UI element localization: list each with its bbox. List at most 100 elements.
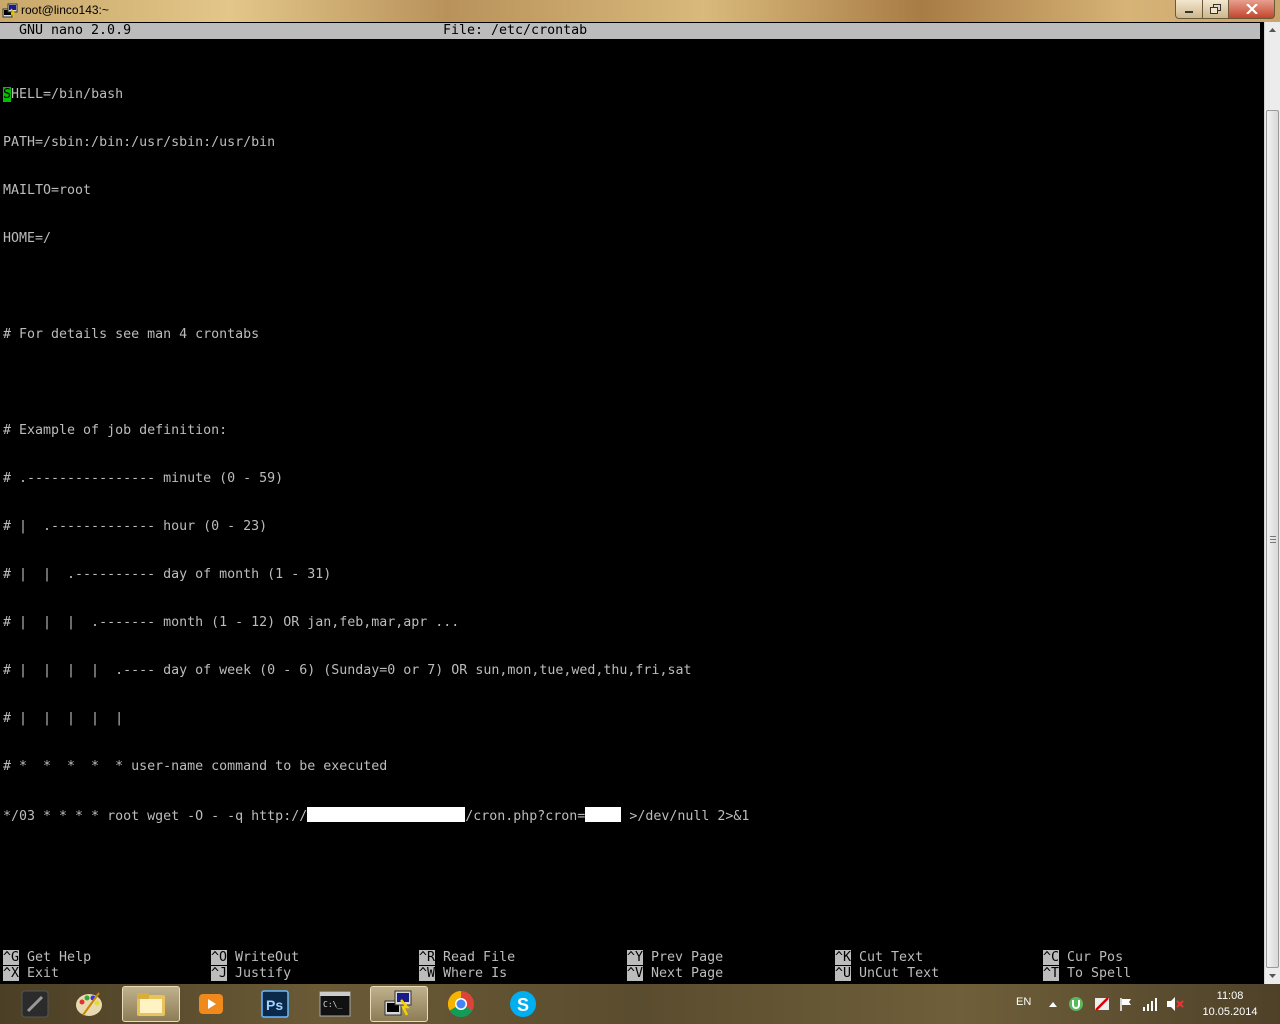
shortcut-item: ^X Exit [3, 966, 59, 982]
skype-icon: S [510, 991, 536, 1017]
cron-job-line: */03 * * * * root wget -O - -q http:///c… [3, 807, 750, 824]
taskbar-chrome-button[interactable] [432, 986, 490, 1022]
editor-line: PATH=/sbin:/bin:/usr/sbin:/usr/bin [3, 135, 276, 150]
editor-line: # | | | .------- month (1 - 12) OR jan,f… [3, 615, 460, 630]
scroll-thumb[interactable] [1266, 110, 1279, 968]
shortcut-key: ^W [419, 966, 436, 981]
taskbar-explorer-button[interactable] [122, 986, 180, 1022]
taskbar-photoshop-button[interactable]: Ps [246, 986, 304, 1022]
shortcut-key: ^K [835, 950, 852, 965]
text-cursor: S [3, 87, 12, 102]
taskbar-skype-button[interactable]: S [494, 986, 552, 1022]
shortcut-item: ^V Next Page [627, 966, 723, 982]
shortcut-item: ^Y Prev Page [627, 950, 723, 966]
editor-line: SHELL=/bin/bash [3, 87, 124, 102]
svg-text:Ps: Ps [266, 997, 283, 1013]
scroll-down-button[interactable] [1265, 968, 1280, 984]
network-signal-icon[interactable] [1142, 996, 1158, 1012]
editor-line: # For details see man 4 crontabs [3, 327, 260, 342]
language-indicator[interactable]: EN [1016, 996, 1031, 1008]
shortcut-key: ^T [1043, 966, 1060, 981]
cmd-icon: C:\_ [319, 991, 351, 1017]
restore-icon [1209, 4, 1221, 14]
shortcut-label: Next Page [651, 966, 724, 981]
maximize-button[interactable] [1202, 0, 1229, 19]
shortcut-item: ^C Cur Pos [1043, 950, 1123, 966]
taskbar-putty-button[interactable] [370, 986, 428, 1022]
window-title-bar[interactable]: root@linco143:~ [0, 0, 1280, 22]
paint-icon [76, 992, 102, 1016]
editor-line: # | .------------- hour (0 - 23) [3, 519, 268, 534]
editor-line: # | | | | | [3, 711, 124, 726]
shortcut-item: ^K Cut Text [835, 950, 923, 966]
editor-line: HOME=/ [3, 231, 52, 246]
shortcut-item: ^T To Spell [1043, 966, 1131, 982]
shortcut-key: ^O [211, 950, 228, 965]
windows-taskbar: Ps C:\_ S EN 11:08 10.05.2014 [0, 984, 1280, 1024]
shortcut-item: ^R Read File [419, 950, 515, 966]
shortcut-key: ^R [419, 950, 436, 965]
shortcut-label: Get Help [27, 950, 92, 965]
clock-time[interactable]: 11:08 [1200, 990, 1260, 1002]
taskbar-cmd-button[interactable]: C:\_ [306, 986, 364, 1022]
utorrent-icon[interactable] [1068, 996, 1084, 1012]
arrow-up-icon [1269, 28, 1276, 32]
shortcut-label: Justify [235, 966, 292, 981]
editor-line: MAILTO=root [3, 183, 92, 198]
editor-line: # | | | | .---- day of week (0 - 6) (Sun… [3, 663, 692, 678]
nano-header-bar: GNU nano 2.0.9 File: /etc/crontab [0, 23, 1260, 39]
arrow-down-icon [1269, 974, 1276, 978]
show-hidden-icons-icon[interactable] [1048, 996, 1058, 1012]
nano-filename: File: /etc/crontab [443, 23, 588, 38]
redacted-hostname [307, 807, 466, 822]
nano-shortcut-bar: ^G Get Help ^O WriteOut ^R Read File ^Y Pre… [3, 950, 1263, 982]
shortcut-label: Cut Text [859, 950, 924, 965]
system-tray: EN 11:08 10.05.2014 [1010, 984, 1280, 1024]
media-player-icon [199, 994, 223, 1014]
vertical-scrollbar[interactable] [1264, 22, 1280, 984]
clock-date[interactable]: 10.05.2014 [1190, 1006, 1270, 1018]
shortcut-key: ^C [1043, 950, 1060, 965]
editor-line: # .---------------- minute (0 - 59) [3, 471, 284, 486]
action-center-flag-icon[interactable] [1118, 996, 1134, 1012]
shortcut-key: ^J [211, 966, 228, 981]
minimize-button[interactable] [1175, 0, 1203, 19]
volume-muted-icon[interactable] [1166, 996, 1184, 1012]
window-title: root@linco143:~ [21, 3, 109, 17]
shortcut-key: ^Y [627, 950, 644, 965]
photoshop-icon: Ps [261, 990, 289, 1018]
dota-icon [21, 990, 49, 1018]
taskbar-dota-button[interactable] [6, 986, 64, 1022]
minimize-icon [1185, 11, 1193, 13]
close-button[interactable] [1228, 0, 1275, 19]
editor-line: # * * * * * user-name command to be exec… [3, 759, 388, 774]
putty-icon[interactable] [2, 3, 18, 19]
nano-version: GNU nano 2.0.9 [19, 23, 132, 38]
shortcut-key: ^G [3, 950, 20, 965]
shortcut-key: ^U [835, 966, 852, 981]
close-icon [1245, 4, 1258, 14]
putty-icon [384, 990, 412, 1016]
svg-text:S: S [517, 995, 529, 1015]
grip-icon [1270, 536, 1276, 543]
redacted-cron-key [585, 807, 622, 822]
taskbar-media-player-button[interactable] [182, 986, 240, 1022]
scroll-up-button[interactable] [1265, 22, 1280, 38]
folder-icon [137, 993, 165, 1016]
shortcut-label: To Spell [1067, 966, 1132, 981]
shortcut-label: UnCut Text [859, 966, 940, 981]
taskbar-paint-button[interactable] [60, 986, 118, 1022]
editor-line: # | | .---------- day of month (1 - 31) [3, 567, 332, 582]
terminal-window[interactable]: GNU nano 2.0.9 File: /etc/crontab SHELL=… [0, 22, 1264, 984]
shortcut-key: ^X [3, 966, 20, 981]
editor-text-area[interactable]: SHELL=/bin/bash PATH=/sbin:/bin:/usr/sbi… [3, 55, 749, 857]
shortcut-item: ^O WriteOut [211, 950, 299, 966]
editor-line: # Example of job definition: [3, 423, 228, 438]
chrome-icon [447, 990, 474, 1018]
shortcut-label: Cur Pos [1067, 950, 1124, 965]
shortcut-item: ^W Where Is [419, 966, 507, 982]
shortcut-label: Exit [27, 966, 60, 981]
antivirus-icon[interactable] [1094, 996, 1110, 1012]
